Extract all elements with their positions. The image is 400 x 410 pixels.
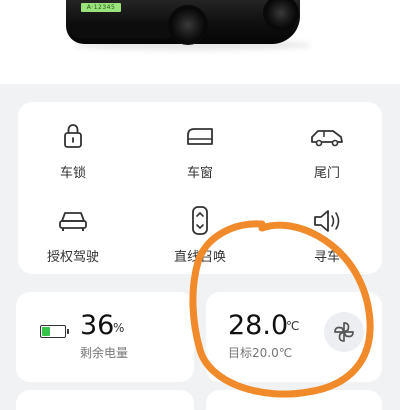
fan-button[interactable]	[324, 312, 364, 352]
lower-card-right[interactable]	[206, 390, 382, 410]
summon-icon	[192, 206, 208, 235]
control-label-window: 车窗	[186, 166, 213, 181]
control-label-tailgate: 尾门	[313, 166, 340, 181]
battery-icon	[40, 325, 69, 338]
battery-label: 剩余电量	[80, 346, 129, 360]
control-label-summon: 直线召唤	[173, 250, 226, 265]
fan-icon	[334, 322, 354, 342]
lock-icon	[64, 124, 82, 148]
battery-level-fill	[42, 327, 50, 336]
car-wheel-front	[168, 5, 208, 45]
car-window-icon	[187, 128, 213, 145]
battery-card[interactable]: 36 % 剩余电量	[16, 292, 194, 382]
car-front-icon	[59, 212, 87, 231]
car-bumper	[70, 22, 180, 38]
authorized-driving-button[interactable]: 授权驾驶	[18, 206, 128, 276]
control-label-authorized-driving: 授权驾驶	[46, 250, 99, 265]
temperature-unit: ℃	[286, 319, 300, 333]
license-plate: A·12345	[81, 3, 121, 12]
cabin-temperature: 28.0	[228, 310, 289, 341]
target-temperature: 目标20.0℃	[228, 346, 293, 360]
lock-button[interactable]: 车锁	[18, 122, 128, 192]
climate-card[interactable]: 28.0 ℃ 目标20.0℃	[206, 292, 382, 382]
tailgate-button[interactable]: 尾门	[272, 122, 382, 192]
vehicle-controls-card: 车锁 车窗 尾门 授权驾驶 直线召唤 寻车	[18, 102, 382, 274]
control-label-find-car: 寻车	[313, 250, 340, 265]
lower-card-left[interactable]	[16, 390, 194, 410]
battery-unit: %	[113, 321, 125, 335]
battery-percentage: 36	[80, 310, 115, 341]
control-label-lock: 车锁	[59, 166, 86, 181]
horn-icon	[314, 210, 340, 232]
vehicle-image: A·12345	[0, 0, 400, 84]
summon-button[interactable]: 直线召唤	[145, 206, 255, 276]
window-button[interactable]: 车窗	[145, 122, 255, 192]
find-car-button[interactable]: 寻车	[272, 206, 382, 276]
tailgate-icon	[311, 130, 343, 147]
